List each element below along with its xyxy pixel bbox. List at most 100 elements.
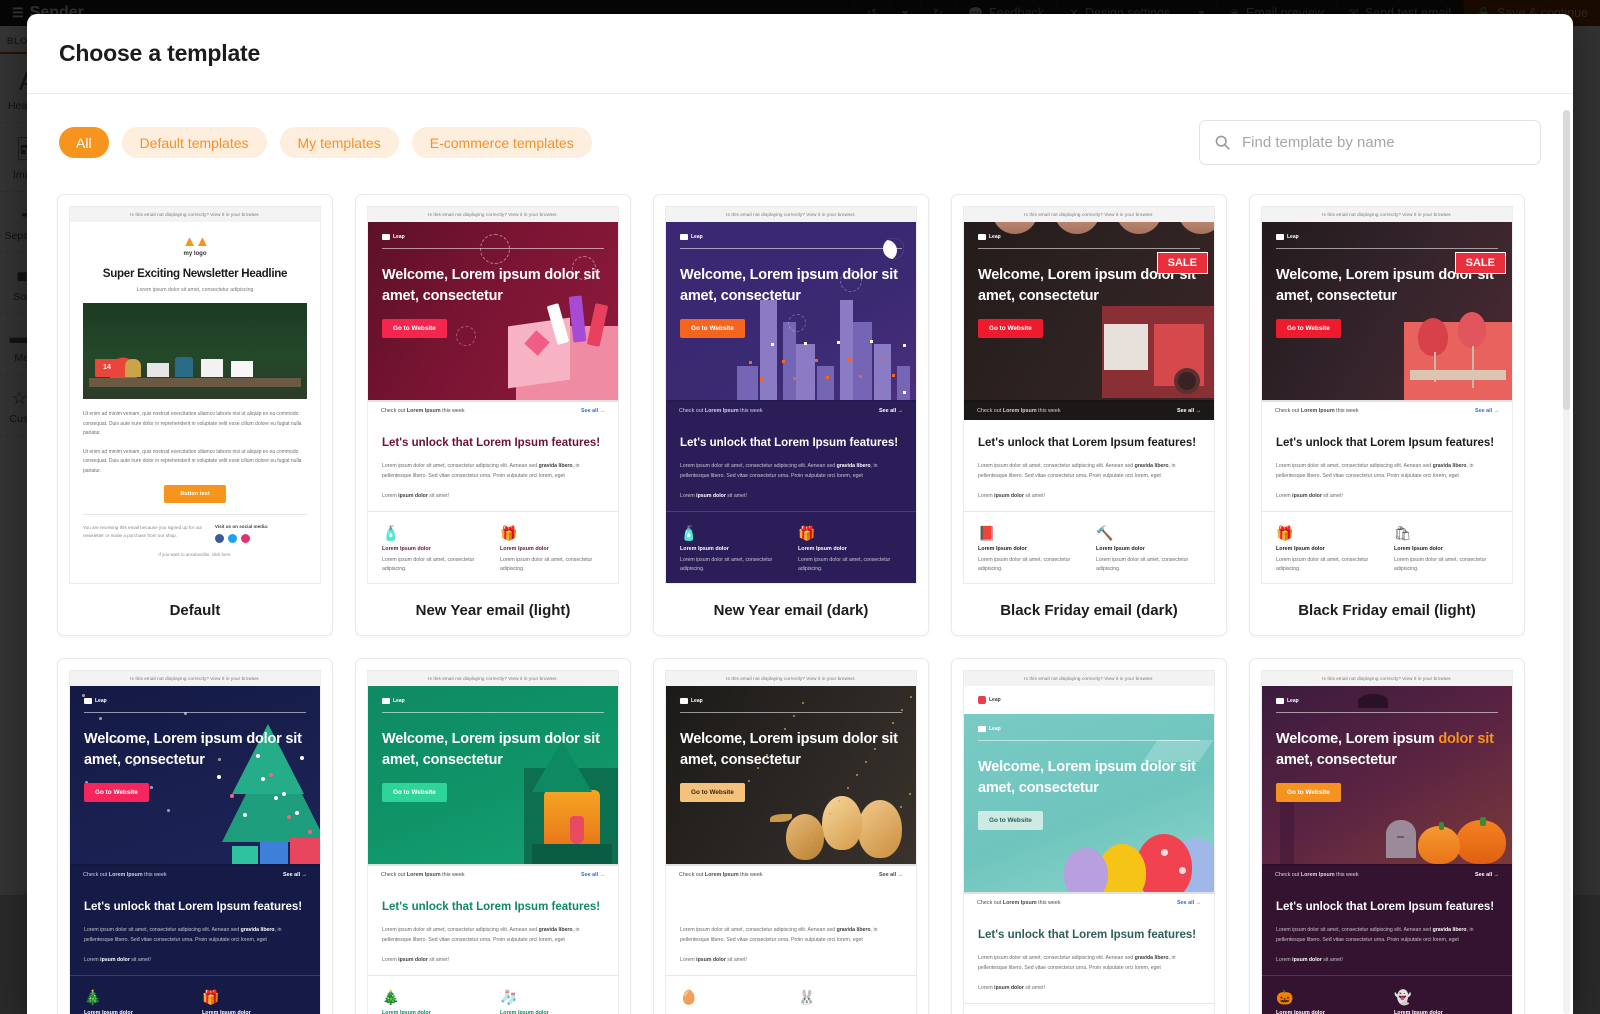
email-hero: Leap Welcome, Lorem ipsum dolor sit amet… <box>964 714 1214 892</box>
search-icon <box>1214 134 1231 151</box>
promo-strip-text: Check out Lorem Ipsum this week <box>679 408 763 414</box>
email-paragraphs: Ut enim ad minim veniam, quis nostrud ex… <box>70 399 320 503</box>
email-cta-button: Go to Website <box>680 319 745 338</box>
template-card[interactable]: Is this email not displaying correctly? … <box>1249 194 1525 636</box>
email-footer: You are receiving this email because you… <box>83 514 307 543</box>
see-all-link: See all → <box>1177 408 1201 414</box>
email-content: Let's unlock that Lorem Ipsum features! … <box>368 420 618 501</box>
email-body: Leap Welcome, Lorem ipsum dolor sit amet… <box>70 686 320 1014</box>
see-all-link: See all → <box>1475 872 1499 878</box>
hero-divider <box>1276 712 1498 713</box>
email-content: Let's unlock that Lorem Ipsum features! … <box>1262 884 1512 965</box>
hero-divider <box>680 712 902 713</box>
email-paragraph: Lorem ipsum dolor sit amet, consectetur … <box>84 926 306 945</box>
filter-chip-all[interactable]: All <box>59 127 109 158</box>
hero-divider <box>382 712 604 713</box>
email-preheader: Is this email not displaying correctly? … <box>964 207 1214 222</box>
feature-icon: 🎁 <box>798 526 902 540</box>
email-section-heading: Let's unlock that Lorem Ipsum features! <box>84 899 306 915</box>
email-feature-column: 🛍 Lorem Ipsum dolor Lorem ipsum dolor si… <box>1394 526 1498 574</box>
filter-chip-default-templates[interactable]: Default templates <box>122 127 267 158</box>
feature-icon: 🧦 <box>500 990 604 1004</box>
email-section-heading: Let's unlock that Lorem Ipsum features! <box>680 435 902 451</box>
email-body: Leap Welcome, Lorem ipsum dolor sit amet… <box>666 686 916 1014</box>
see-all-link: See all → <box>879 408 903 414</box>
template-preview: Is this email not displaying correctly? … <box>368 671 618 1014</box>
template-card[interactable]: Is this email not displaying correctly? … <box>57 194 333 636</box>
template-card[interactable]: Is this email not displaying correctly? … <box>355 194 631 636</box>
email-headline: Welcome, Lorem ipsum dolor sit amet, con… <box>382 265 604 306</box>
promo-strip-text: Check out Lorem Ipsum this week <box>381 872 465 878</box>
search-input[interactable] <box>1242 134 1526 151</box>
template-card[interactable]: Is this email not displaying correctly? … <box>57 658 333 1014</box>
email-promo-strip: Check out Lorem Ipsum this week See all … <box>1262 864 1512 884</box>
template-card[interactable]: Is this email not displaying correctly? … <box>355 658 631 1014</box>
modal-scrollbar-thumb[interactable] <box>1563 110 1570 410</box>
search-box[interactable] <box>1199 120 1541 165</box>
promo-strip-text: Check out Lorem Ipsum this week <box>977 900 1061 906</box>
template-name: Default <box>69 584 321 619</box>
feature-title: Lorem Ipsum dolor <box>382 546 486 552</box>
feature-title: Lorem Ipsum dolor <box>1276 546 1380 552</box>
promo-strip-text: Check out Lorem Ipsum this week <box>679 872 763 878</box>
email-promo-strip: Check out Lorem Ipsum this week See all … <box>666 400 916 420</box>
see-all-link: See all → <box>581 872 605 878</box>
template-card[interactable]: Is this email not displaying correctly? … <box>653 658 929 1014</box>
template-name: New Year email (dark) <box>665 584 917 619</box>
modal-scrollbar[interactable] <box>1563 110 1570 1014</box>
email-feature-column: 🐰 Lorem Ipsum dolor Lorem ipsum dolor si… <box>798 990 902 1014</box>
template-thumbnail: Is this email not displaying correctly? … <box>367 206 619 584</box>
template-thumbnail: Is this email not displaying correctly? … <box>69 206 321 584</box>
email-subhead: Lorem ipsum dolor sit amet, consectetur … <box>70 280 320 303</box>
feature-title: Lorem Ipsum dolor <box>798 1010 902 1014</box>
feature-title: Lorem Ipsum dolor <box>84 1010 188 1014</box>
email-feature-column: 🔨 Lorem Ipsum dolor Lorem ipsum dolor si… <box>1096 526 1200 574</box>
email-section-heading: Let's unlock that Lorem Ipsum features! <box>1276 899 1498 915</box>
email-paragraph: Lorem ipsum dolor sit amet, consectetur … <box>680 926 902 945</box>
email-feature-column: 🎁 Lorem Ipsum dolor Lorem ipsum dolor si… <box>1276 526 1380 574</box>
email-section-heading: Let's unlock that Lorem Ipsum features! <box>978 435 1200 451</box>
logo-mark-icon <box>680 698 688 704</box>
email-body: Leap Welcome, Lorem ipsum dolor sit amet… <box>368 222 618 583</box>
feature-title: Lorem Ipsum dolor <box>680 1010 784 1014</box>
logo-mark-icon <box>1276 234 1284 240</box>
email-logo: Leap <box>1276 234 1498 240</box>
template-grid-scroll[interactable]: Is this email not displaying correctly? … <box>27 194 1573 1014</box>
feature-body: Lorem ipsum dolor sit amet, consectetur … <box>1096 556 1200 574</box>
logo-mark-icon <box>978 726 986 732</box>
logo-mark-icon <box>382 234 390 240</box>
email-feature-columns: 🧴 Lorem Ipsum dolor Lorem ipsum dolor si… <box>368 511 618 574</box>
template-card[interactable]: Is this email not displaying correctly? … <box>653 194 929 636</box>
template-card[interactable]: Is this email not displaying correctly? … <box>1249 658 1525 1014</box>
email-preheader: Is this email not displaying correctly? … <box>964 671 1214 686</box>
search-wrapper <box>1199 120 1541 165</box>
email-preheader: Is this email not displaying correctly? … <box>70 207 320 222</box>
feature-icon: 🎄 <box>382 990 486 1004</box>
email-logo: Leap <box>382 698 604 704</box>
filter-chip-my-templates[interactable]: My templates <box>280 127 399 158</box>
template-preview: Is this email not displaying correctly? … <box>368 207 618 583</box>
hero-divider <box>84 712 306 713</box>
email-feature-column: 🎄 Lorem Ipsum dolor Lorem ipsum dolor si… <box>382 990 486 1014</box>
feature-icon: 🧴 <box>680 526 784 540</box>
template-card[interactable]: Is this email not displaying correctly? … <box>951 658 1227 1014</box>
hero-divider <box>382 248 604 249</box>
feature-title: Lorem Ipsum dolor <box>382 1010 486 1014</box>
email-logo: Leap <box>84 698 306 704</box>
feature-icon: 🎁 <box>500 526 604 540</box>
filter-chip-e-commerce-templates[interactable]: E-commerce templates <box>412 127 592 158</box>
email-paragraph: Lorem ipsum dolor sit amet, consectetur … <box>382 926 604 945</box>
hero-divider <box>1276 248 1498 249</box>
hero-divider <box>978 740 1200 741</box>
choose-template-modal: Choose a template AllDefault templatesMy… <box>27 14 1573 1014</box>
email-footer-note: You are receiving this email because you… <box>83 524 203 543</box>
template-card[interactable]: Is this email not displaying correctly? … <box>951 194 1227 636</box>
email-paragraph: Lorem ipsum dolor sit amet! <box>1276 956 1498 966</box>
email-social-title: Visit us on social media: <box>215 524 307 529</box>
email-paragraph: Lorem ipsum dolor sit amet! <box>382 956 604 966</box>
email-cta-button: Go to Website <box>84 783 149 802</box>
feature-title: Lorem Ipsum dolor <box>680 546 784 552</box>
feature-icon: 🛍 <box>1394 526 1498 540</box>
email-paragraph: Lorem ipsum dolor sit amet, consectetur … <box>680 462 902 481</box>
email-hero-image: 14 <box>83 303 307 399</box>
